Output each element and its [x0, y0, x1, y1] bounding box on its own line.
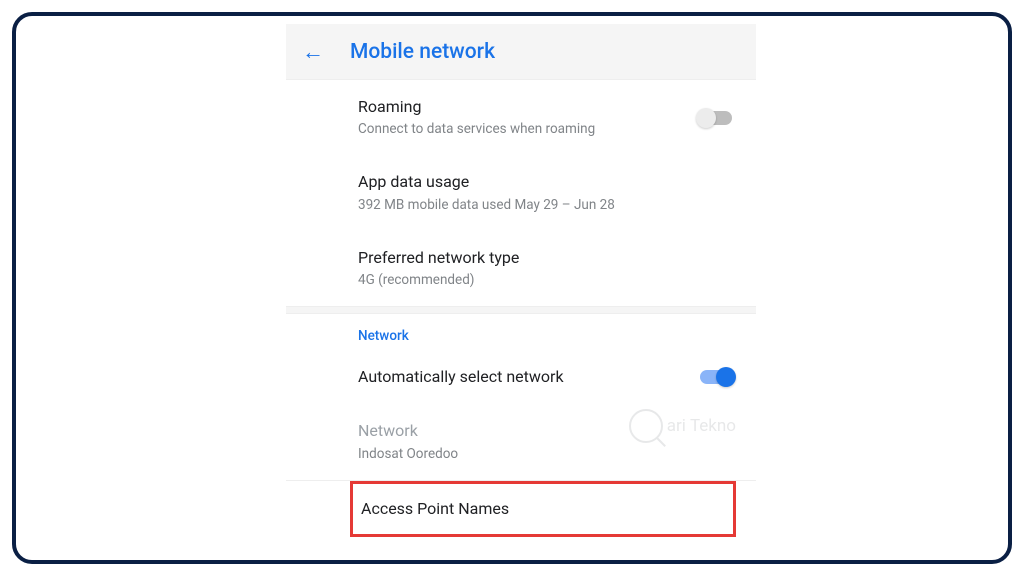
watermark-text-2: Tekno	[690, 416, 736, 436]
app-header: ← Mobile network	[286, 24, 756, 80]
settings-screen: ← Mobile network Roaming Connect to data…	[286, 24, 756, 564]
magnifier-icon	[629, 409, 663, 443]
auto-select-text: Automatically select network	[358, 366, 698, 388]
roaming-subtitle: Connect to data services when roaming	[358, 120, 698, 139]
app-data-usage-row[interactable]: App data usage 392 MB mobile data used M…	[286, 155, 756, 230]
watermark: ari Tekno	[629, 409, 736, 443]
auto-select-title: Automatically select network	[358, 366, 698, 388]
page-title: Mobile network	[350, 40, 495, 64]
auto-select-toggle[interactable]	[698, 367, 734, 387]
network-section-header: Network	[286, 314, 756, 350]
preferred-network-row[interactable]: Preferred network type 4G (recommended)	[286, 231, 756, 306]
roaming-text: Roaming Connect to data services when ro…	[358, 96, 698, 139]
roaming-title: Roaming	[358, 96, 698, 118]
roaming-row[interactable]: Roaming Connect to data services when ro…	[286, 80, 756, 155]
auto-select-network-row[interactable]: Automatically select network	[286, 350, 756, 404]
toggle-thumb-icon	[716, 367, 736, 387]
outer-frame: ← Mobile network Roaming Connect to data…	[12, 12, 1012, 564]
app-data-title: App data usage	[358, 171, 734, 193]
section-divider	[286, 306, 756, 314]
app-data-text: App data usage 392 MB mobile data used M…	[358, 171, 734, 214]
network-subtitle: Indosat Ooredoo	[358, 445, 734, 464]
preferred-network-text: Preferred network type 4G (recommended)	[358, 247, 734, 290]
watermark-text-1: ari	[667, 416, 686, 436]
preferred-network-subtitle: 4G (recommended)	[358, 271, 734, 290]
preferred-network-title: Preferred network type	[358, 247, 734, 269]
roaming-toggle[interactable]	[698, 108, 734, 128]
toggle-thumb-icon	[696, 108, 716, 128]
content-area: Roaming Connect to data services when ro…	[286, 80, 756, 537]
app-data-subtitle: 392 MB mobile data used May 29 – Jun 28	[358, 196, 734, 215]
apn-highlight: Access Point Names	[350, 481, 736, 537]
apn-title[interactable]: Access Point Names	[361, 498, 725, 520]
back-arrow-icon[interactable]: ←	[302, 39, 324, 65]
